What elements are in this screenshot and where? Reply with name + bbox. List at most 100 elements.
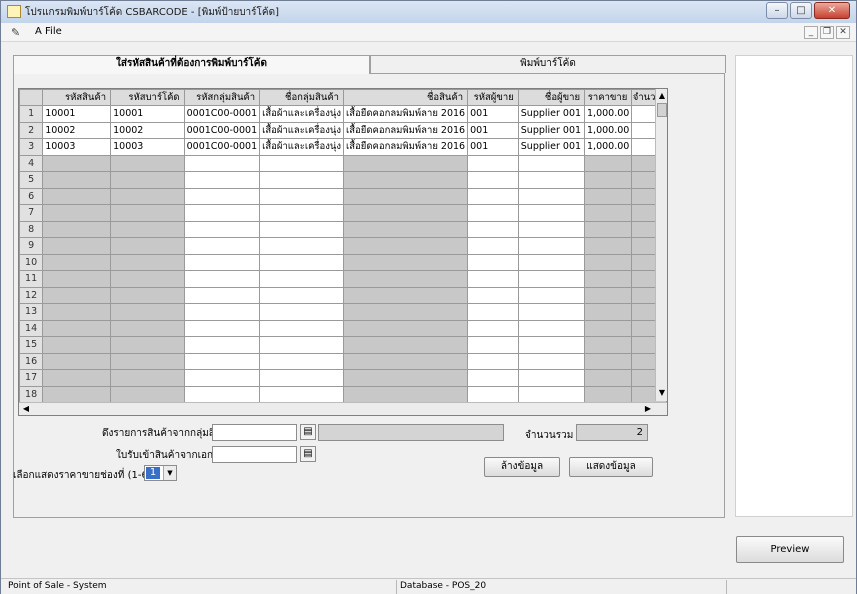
table-cell[interactable] [110,369,185,387]
table-cell[interactable] [584,204,633,222]
table-cell[interactable] [517,319,586,337]
row-number[interactable]: 11 [19,270,44,288]
table-cell[interactable] [110,154,185,172]
table-row[interactable]: 13 [19,303,667,321]
row-number[interactable]: 13 [19,303,44,321]
row-number[interactable]: 17 [19,369,44,387]
table-cell[interactable] [517,336,586,354]
table-cell[interactable] [183,187,261,205]
table-row[interactable]: 14 [19,319,667,337]
table-cell[interactable] [259,270,345,288]
table-cell[interactable] [183,270,261,288]
table-cell[interactable] [110,187,185,205]
column-header[interactable]: รหัสบาร์โค้ด [110,89,185,106]
column-header[interactable]: รหัสผู้ขาย [467,89,519,106]
table-cell[interactable]: 1,000.00 [584,121,633,139]
table-cell[interactable] [42,253,112,271]
row-number[interactable]: 2 [19,121,44,139]
table-cell[interactable] [259,385,345,403]
column-header[interactable]: ชื่อกลุ่มสินค้า [259,89,345,106]
table-row[interactable]: 7 [19,204,667,222]
table-cell[interactable] [183,385,261,403]
menu-file[interactable]: A File [35,26,62,37]
table-cell[interactable] [517,385,586,403]
table-cell[interactable] [343,336,469,354]
group-picker-button[interactable]: ▤ [300,424,316,440]
table-cell[interactable] [467,270,519,288]
table-row[interactable]: 9 [19,237,667,255]
table-cell[interactable] [343,220,469,238]
table-cell[interactable]: Supplier 001 [517,138,586,156]
vertical-scrollbar[interactable]: ▲ ▼ [655,89,667,401]
table-cell[interactable] [110,286,185,304]
table-cell[interactable] [467,319,519,337]
table-cell[interactable] [584,385,633,403]
table-cell[interactable] [584,303,633,321]
table-row[interactable]: 8 [19,220,667,238]
table-cell[interactable]: 10001 [110,105,185,123]
table-cell[interactable] [343,352,469,370]
table-cell[interactable] [183,171,261,189]
row-number[interactable]: 5 [19,171,44,189]
table-row[interactable]: 1 10001 10001 0001C00-0001 เสื้อผ้าและเครื่อ… [19,105,667,123]
table-cell[interactable] [259,171,345,189]
product-grid[interactable]: รหัสสินค้า รหัสบาร์โค้ด รหัสกลุ่มสินค้า … [18,88,668,416]
table-cell[interactable] [343,204,469,222]
table-cell[interactable] [467,369,519,387]
table-cell[interactable] [259,253,345,271]
table-cell[interactable] [343,369,469,387]
table-cell[interactable] [110,336,185,354]
table-cell[interactable]: 10002 [42,121,112,139]
table-cell[interactable] [467,220,519,238]
table-cell[interactable] [467,385,519,403]
table-cell[interactable] [584,286,633,304]
row-number[interactable]: 14 [19,319,44,337]
table-cell[interactable] [259,187,345,205]
table-cell[interactable] [259,237,345,255]
table-row[interactable]: 11 [19,270,667,288]
row-number[interactable]: 12 [19,286,44,304]
chevron-down-icon[interactable]: ▼ [163,466,176,480]
table-cell[interactable] [584,270,633,288]
table-cell[interactable] [259,154,345,172]
table-cell[interactable] [343,319,469,337]
table-cell[interactable] [183,319,261,337]
table-cell[interactable] [584,319,633,337]
table-cell[interactable] [467,154,519,172]
table-cell[interactable] [183,154,261,172]
table-cell[interactable]: เสื้อผ้าและเครื่องนุ่ง [259,121,345,139]
table-cell[interactable] [517,303,586,321]
table-cell[interactable] [259,352,345,370]
table-cell[interactable] [259,369,345,387]
table-cell[interactable] [517,171,586,189]
table-row[interactable]: 18 [19,385,667,403]
mdi-close-button[interactable]: ✕ [836,26,850,39]
table-cell[interactable] [42,171,112,189]
table-cell[interactable] [183,369,261,387]
table-cell[interactable] [467,171,519,189]
table-cell[interactable] [42,270,112,288]
table-cell[interactable]: 10002 [110,121,185,139]
table-cell[interactable] [110,253,185,271]
table-cell[interactable] [343,286,469,304]
table-cell[interactable] [467,286,519,304]
table-cell[interactable] [42,286,112,304]
table-cell[interactable] [467,187,519,205]
table-cell[interactable] [183,336,261,354]
table-cell[interactable] [183,286,261,304]
table-cell[interactable] [183,253,261,271]
table-cell[interactable] [584,154,633,172]
table-cell[interactable]: 1,000.00 [584,105,633,123]
scroll-right-icon[interactable]: ▶ [642,403,654,415]
row-number[interactable]: 18 [19,385,44,403]
close-button[interactable]: ✕ [814,2,850,19]
row-number[interactable]: 1 [19,105,44,123]
minimize-button[interactable]: – [766,2,788,19]
table-cell[interactable]: เสื้อผ้าและเครื่องนุ่ง [259,138,345,156]
table-cell[interactable]: 10001 [42,105,112,123]
table-cell[interactable] [467,253,519,271]
table-cell[interactable] [42,187,112,205]
table-cell[interactable] [259,303,345,321]
column-header[interactable]: ชื่อสินค้า [343,89,469,106]
row-number[interactable]: 8 [19,220,44,238]
